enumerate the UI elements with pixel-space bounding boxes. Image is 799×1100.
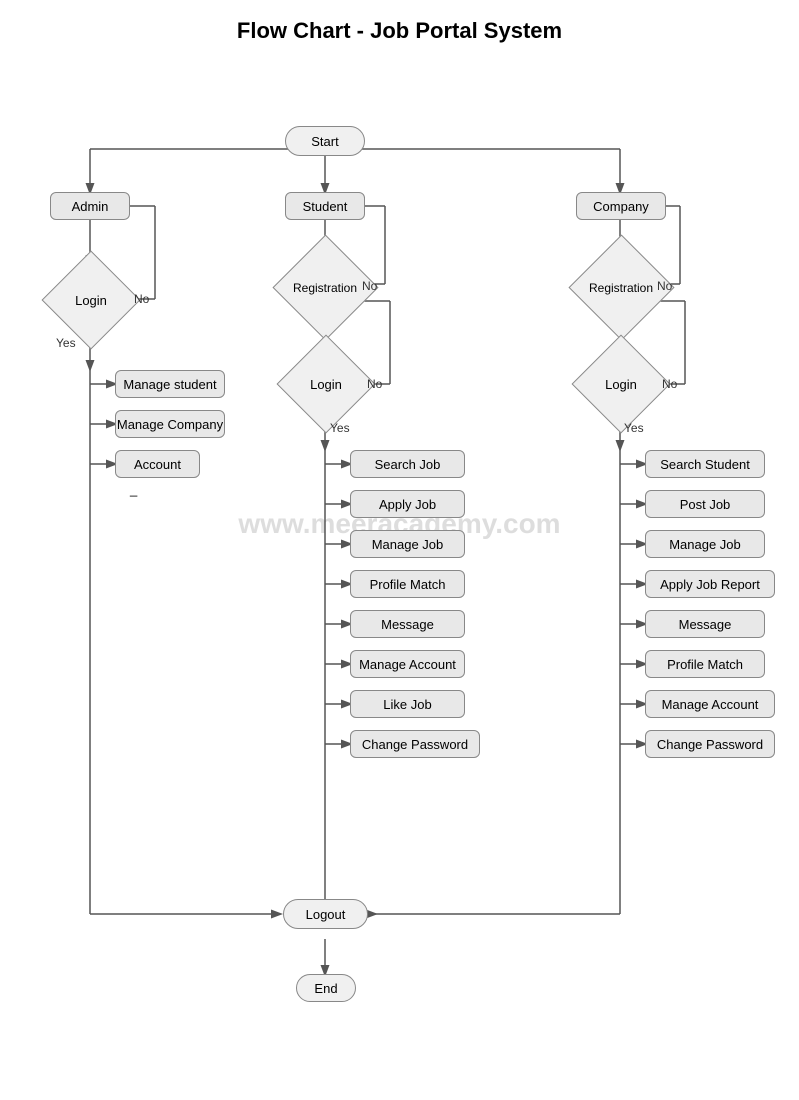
student-item-6-label: Like Job: [383, 697, 431, 712]
admin-login-diamond: Login: [52, 266, 130, 334]
student-registration-diamond: Registration: [280, 250, 370, 325]
company-item-3-label: Apply Job Report: [660, 577, 760, 592]
student-registration-label: Registration: [293, 281, 357, 295]
student-reg-no: No: [362, 279, 377, 293]
company-login-yes: Yes: [624, 421, 644, 435]
company-item-7: Change Password: [645, 730, 775, 758]
end-node: End: [296, 974, 356, 1002]
student-item-2: Manage Job: [350, 530, 465, 558]
student-item-2-label: Manage Job: [372, 537, 444, 552]
admin-login-yes: Yes: [56, 336, 76, 350]
company-item-6-label: Manage Account: [662, 697, 759, 712]
student-item-0-label: Search Job: [375, 457, 441, 472]
company-item-3: Apply Job Report: [645, 570, 775, 598]
student-item-7-label: Change Password: [362, 737, 468, 752]
student-login-label: Login: [310, 377, 342, 392]
admin-item-2-label: Account: [134, 457, 181, 472]
student-login-yes: Yes: [330, 421, 350, 435]
admin-item-1: Manage Company: [115, 410, 225, 438]
company-reg-no: No: [657, 279, 672, 293]
company-item-5: Profile Match: [645, 650, 765, 678]
admin-login-no: No: [134, 292, 149, 306]
company-item-0-label: Search Student: [660, 457, 750, 472]
company-label: Company: [593, 199, 649, 214]
account-underscore: _: [130, 482, 137, 497]
company-registration-diamond: Registration: [576, 250, 666, 325]
student-item-3-label: Profile Match: [370, 577, 446, 592]
student-item-4: Message: [350, 610, 465, 638]
student-login-no: No: [367, 377, 382, 391]
student-item-1-label: Apply Job: [379, 497, 436, 512]
student-item-6: Like Job: [350, 690, 465, 718]
student-login-diamond: Login: [287, 350, 365, 418]
company-node: Company: [576, 192, 666, 220]
admin-label: Admin: [72, 199, 109, 214]
start-label: Start: [311, 134, 338, 149]
company-item-5-label: Profile Match: [667, 657, 743, 672]
logout-label: Logout: [306, 907, 346, 922]
admin-node: Admin: [50, 192, 130, 220]
student-item-4-label: Message: [381, 617, 434, 632]
company-login-no: No: [662, 377, 677, 391]
company-item-2: Manage Job: [645, 530, 765, 558]
student-item-7: Change Password: [350, 730, 480, 758]
student-item-3: Profile Match: [350, 570, 465, 598]
student-node: Student: [285, 192, 365, 220]
admin-item-1-label: Manage Company: [117, 417, 223, 432]
start-node: Start: [285, 126, 365, 156]
admin-item-0: Manage student: [115, 370, 225, 398]
admin-item-2: Account: [115, 450, 200, 478]
student-label: Student: [303, 199, 348, 214]
admin-login-label: Login: [75, 293, 107, 308]
page-title: Flow Chart - Job Portal System: [0, 0, 799, 54]
logout-node: Logout: [283, 899, 368, 929]
company-item-1: Post Job: [645, 490, 765, 518]
student-item-0: Search Job: [350, 450, 465, 478]
company-item-0: Search Student: [645, 450, 765, 478]
student-item-5-label: Manage Account: [359, 657, 456, 672]
student-item-1: Apply Job: [350, 490, 465, 518]
company-item-4-label: Message: [679, 617, 732, 632]
company-login-diamond: Login: [582, 350, 660, 418]
end-label: End: [314, 981, 337, 996]
student-item-5: Manage Account: [350, 650, 465, 678]
company-registration-label: Registration: [589, 281, 653, 295]
company-item-7-label: Change Password: [657, 737, 763, 752]
company-login-label: Login: [605, 377, 637, 392]
company-item-1-label: Post Job: [680, 497, 731, 512]
company-item-2-label: Manage Job: [669, 537, 741, 552]
company-item-6: Manage Account: [645, 690, 775, 718]
admin-item-0-label: Manage student: [123, 377, 216, 392]
company-item-4: Message: [645, 610, 765, 638]
